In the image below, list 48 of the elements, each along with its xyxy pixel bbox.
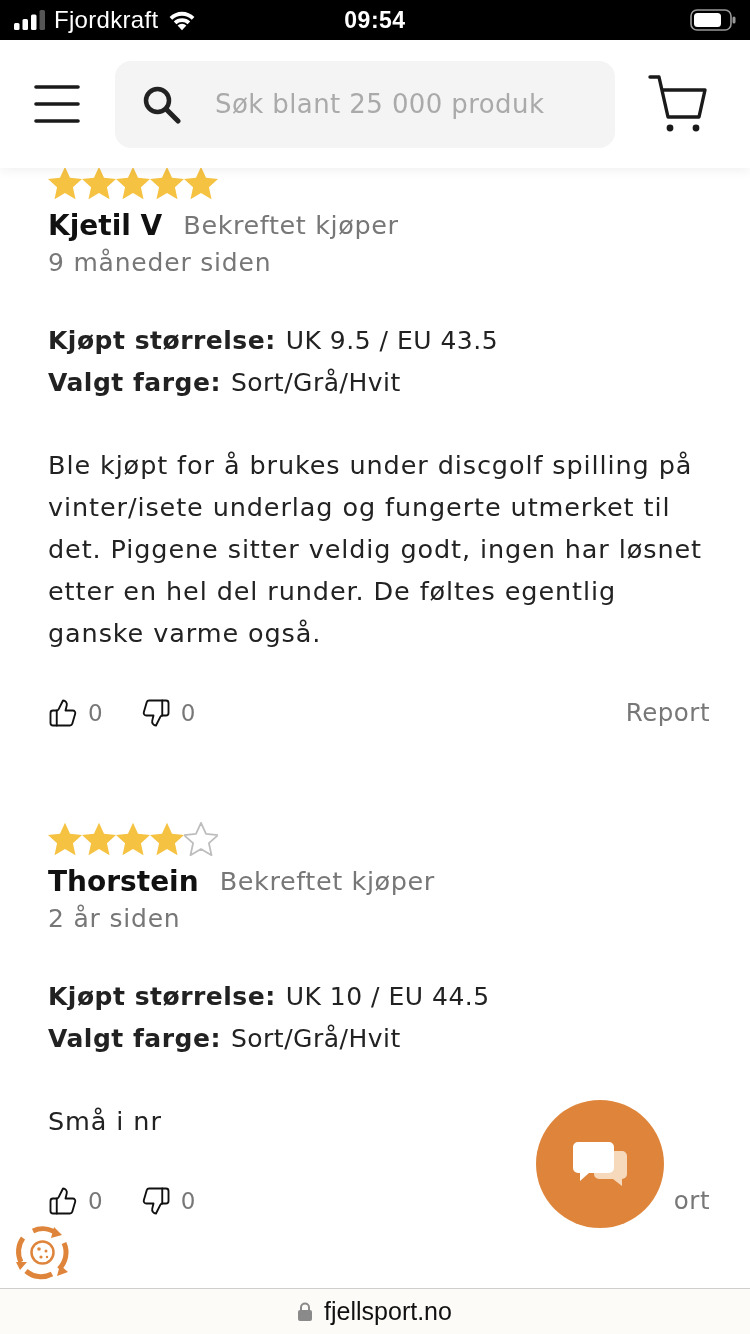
detail-label: Valgt farge: [48,1023,221,1055]
search-icon [143,85,181,124]
thumbs-down-icon [140,698,171,728]
report-link[interactable]: Report [625,698,710,728]
detail-value: UK 9.5 / EU 43.5 [285,325,499,357]
battery-icon [690,9,736,31]
status-time: 09:54 [344,6,406,34]
star-icon [82,168,116,200]
verified-buyer-label: Bekreftet kjøper [183,210,399,240]
lock-icon [298,1302,313,1321]
thumbs-up-icon [48,1186,78,1216]
detail-value: Sort/Grå/Hvit [230,1023,401,1055]
report-link[interactable]: ort [673,1186,710,1216]
star-icon [48,168,82,200]
star-icon [184,822,218,856]
review-text: Ble kjøpt for å brukes under discgolf spilling på vinter/isete underlag og fungerte utmerket til det. Piggene sitter veldig godt, ingen har løsnet etter en hel del runder. De føltes egentlig ganske varme også. [48,449,703,650]
menu-icon[interactable] [34,85,80,123]
dislike-button[interactable]: 0 [140,1186,196,1216]
star-icon [48,822,82,856]
reviewer-name: Thorstein [48,864,199,898]
carrier-name: Fjordkraft [54,6,159,34]
star-icon [150,168,184,200]
like-button[interactable]: 0 [48,698,103,728]
detail-label: Kjøpt størrelse: [48,981,276,1013]
cart-icon[interactable] [648,75,708,133]
url-text[interactable]: fjellsport.no [324,1297,452,1326]
signal-icon [14,10,45,30]
cookie-icon[interactable] [14,1224,71,1281]
detail-value: UK 10 / EU 44.5 [285,981,490,1013]
detail-label: Kjøpt størrelse: [48,325,276,357]
thumbs-down-icon [140,1186,171,1216]
review-date: 2 år siden [48,903,181,935]
verified-buyer-label: Bekreftet kjøper [219,866,435,896]
detail-value: Sort/Grå/Hvit [230,367,401,399]
star-icon [150,822,184,856]
detail-label: Valgt farge: [48,367,221,399]
dislike-button[interactable]: 0 [140,698,196,728]
star-icon [116,168,150,200]
thumbs-up-icon [48,698,78,728]
review-text: Små i nr [48,1105,162,1138]
star-icon [184,168,218,200]
reviewer-name: Kjetil V [48,208,163,242]
star-icon [116,822,150,856]
search-field[interactable]: Søk blant 25 000 produk [115,60,615,148]
like-button[interactable]: 0 [48,1186,103,1216]
speech-bubbles-icon [572,1141,628,1187]
review-date: 9 måneder siden [48,247,272,279]
star-icon [82,822,116,856]
